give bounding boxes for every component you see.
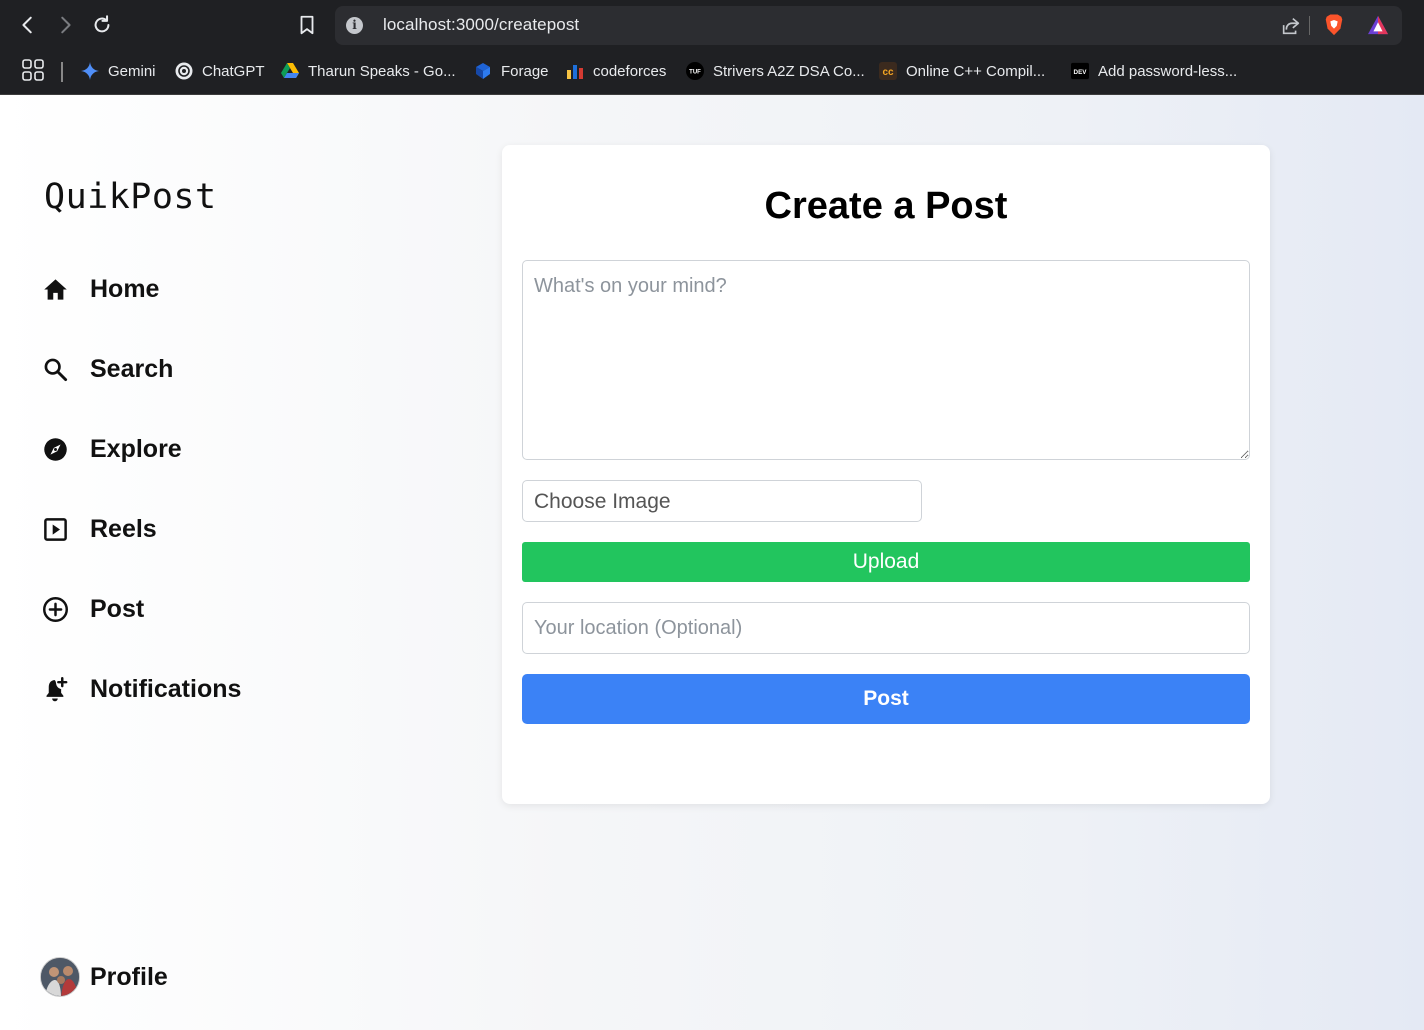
bookmark-icon — [300, 15, 314, 35]
bookmark-label: ChatGPT — [202, 62, 265, 80]
sidebar-item-explore[interactable]: Explore — [40, 429, 182, 469]
bookmark-label: codeforces — [593, 62, 667, 80]
cc-icon: cc — [879, 62, 897, 80]
svg-text:DEV: DEV — [1074, 69, 1088, 76]
sidebar-item-post[interactable]: Post — [40, 589, 144, 629]
search-icon — [40, 354, 70, 384]
svg-text:TUF: TUF — [689, 70, 701, 76]
sidebar-item-label: Reels — [90, 514, 157, 543]
bookmark-button[interactable] — [294, 12, 320, 38]
post-button[interactable]: Post — [522, 674, 1250, 724]
sidebar-item-label: Home — [90, 274, 160, 303]
home-icon — [40, 274, 70, 304]
back-button[interactable] — [15, 12, 41, 38]
avatar — [40, 957, 80, 997]
play-icon — [40, 514, 70, 544]
bookmark-dev[interactable]: DEV Add password-less... — [1071, 60, 1237, 82]
share-icon[interactable] — [1280, 15, 1302, 37]
bookmark-gemini[interactable]: Gemini — [81, 60, 156, 82]
sidebar-item-label: Post — [90, 594, 145, 623]
google-drive-icon — [281, 62, 299, 80]
site-info-icon[interactable]: i — [346, 17, 363, 34]
compass-icon — [40, 434, 70, 464]
bookmark-label: Forage — [501, 62, 549, 80]
forage-icon — [474, 62, 492, 80]
bookmark-label: Tharun Speaks - Go... — [308, 62, 456, 80]
bookmark-chatgpt[interactable]: ChatGPT — [175, 60, 265, 82]
chatgpt-icon — [175, 62, 193, 80]
sidebar-item-label: Search — [90, 354, 174, 383]
create-post-card: Create a Post Choose Image Upload Post — [502, 145, 1270, 804]
app-logo[interactable]: QuikPost — [44, 177, 217, 217]
reload-button[interactable] — [89, 12, 115, 38]
sidebar-item-search[interactable]: Search — [40, 349, 173, 389]
reload-icon — [94, 15, 110, 33]
post-content-textarea[interactable] — [522, 260, 1250, 460]
choose-image-input[interactable]: Choose Image — [522, 480, 922, 522]
sidebar: QuikPost Home Search Explore Reels Post … — [0, 95, 300, 1030]
gemini-icon — [81, 62, 99, 80]
codeforces-icon — [566, 62, 584, 80]
bookmark-strivers[interactable]: TUF Strivers A2Z DSA Co... — [686, 60, 865, 82]
sidebar-item-notifications[interactable]: Notifications — [40, 669, 241, 709]
sidebar-item-label: Explore — [90, 434, 182, 463]
divider — [1309, 16, 1310, 35]
bookmark-label: Add password-less... — [1098, 62, 1238, 80]
bookmark-tharun-speaks[interactable]: Tharun Speaks - Go... — [281, 60, 456, 82]
bookmarks-divider — [61, 62, 63, 82]
dev-icon: DEV — [1071, 62, 1089, 80]
svg-text:cc: cc — [882, 67, 894, 78]
brave-rewards-icon[interactable] — [1367, 15, 1389, 35]
address-bar[interactable]: i localhost:3000/createpost — [335, 6, 1402, 45]
bookmark-codeforces[interactable]: codeforces — [566, 60, 666, 82]
bookmark-forage[interactable]: Forage — [474, 60, 549, 82]
browser-chrome: i localhost:3000/createpost Gemini ChatG… — [0, 0, 1424, 95]
upload-button[interactable]: Upload — [522, 542, 1250, 582]
bookmarks-bar: Gemini ChatGPT Tharun Speaks - Go... For… — [0, 50, 1424, 94]
location-input[interactable] — [522, 602, 1250, 654]
forward-button[interactable] — [52, 12, 78, 38]
page-title: Create a Post — [764, 185, 1008, 227]
browser-toolbar: i localhost:3000/createpost — [0, 0, 1424, 50]
back-arrow-icon — [22, 16, 32, 34]
bookmark-label: Gemini — [108, 62, 156, 80]
tuf-icon: TUF — [686, 62, 704, 80]
url-text[interactable]: localhost:3000/createpost — [383, 15, 579, 35]
page: QuikPost Home Search Explore Reels Post … — [0, 95, 1424, 1030]
plus-circle-icon — [40, 594, 70, 624]
profile-label: Profile — [90, 962, 168, 991]
sidebar-item-profile[interactable]: Profile — [40, 957, 168, 997]
bell-plus-icon — [40, 674, 70, 704]
sidebar-item-label: Notifications — [90, 674, 242, 703]
sidebar-item-home[interactable]: Home — [40, 269, 159, 309]
bookmark-online-cpp[interactable]: cc Online C++ Compil... — [879, 60, 1045, 82]
forward-arrow-icon — [61, 16, 71, 34]
brave-shields-icon[interactable] — [1323, 13, 1345, 37]
apps-grid-icon[interactable] — [22, 59, 44, 81]
bookmark-label: Strivers A2Z DSA Co... — [713, 62, 865, 80]
sidebar-item-reels[interactable]: Reels — [40, 509, 157, 549]
bookmark-label: Online C++ Compil... — [906, 62, 1046, 80]
